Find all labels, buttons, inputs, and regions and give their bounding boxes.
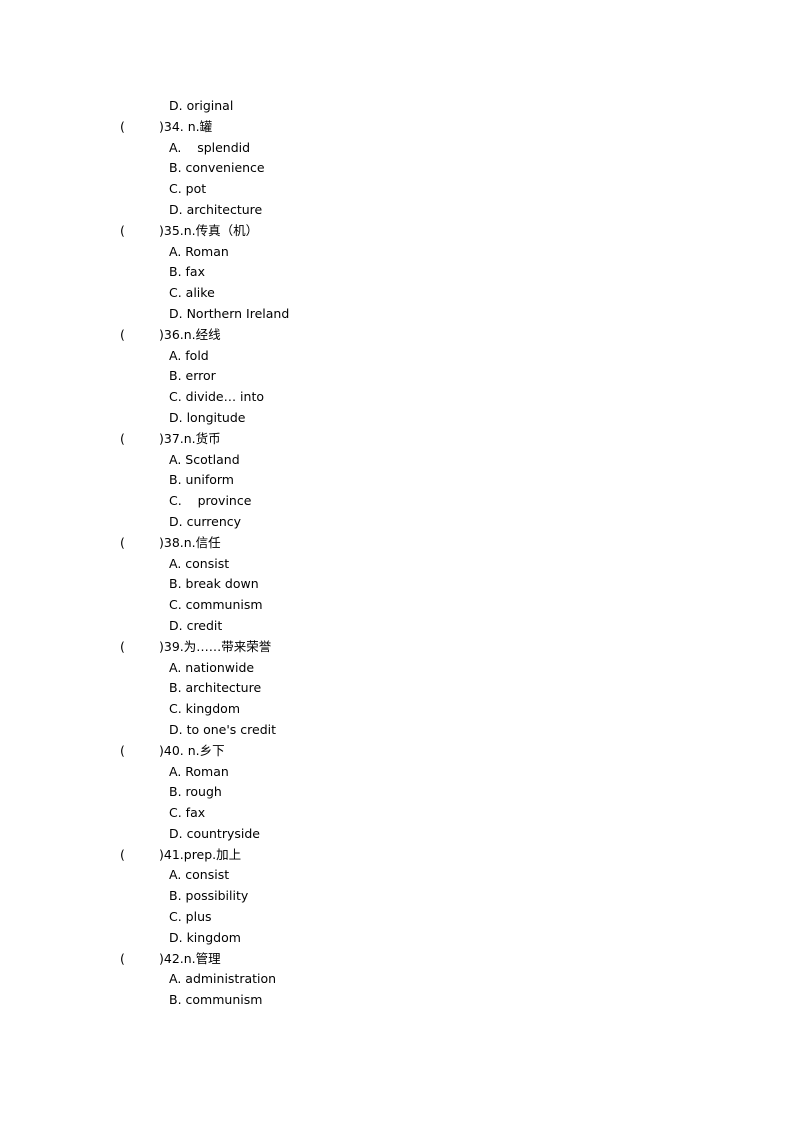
option-line: C. fax (0, 803, 794, 824)
option-text: A. splendid (169, 139, 251, 155)
option-text: B. break down (169, 576, 259, 592)
document-page: D. original ( )34. n.罐 A. splendid B. conve… (0, 96, 794, 1011)
option-text: D. currency (169, 513, 242, 529)
option-line: B. uniform (0, 470, 794, 491)
option-text: A. administration (169, 971, 277, 987)
option-text: B. rough (169, 784, 222, 800)
option-text: C. pot (169, 181, 207, 197)
option-text: A. Scotland (169, 451, 240, 467)
option-text: A. Roman (169, 243, 229, 259)
option-text: C. kingdom (169, 701, 241, 717)
option-line: B. error (0, 366, 794, 387)
option-text: B. error (169, 368, 216, 384)
answer-blank-open-paren: ( (120, 742, 125, 758)
option-line: D. longitude (0, 408, 794, 429)
option-line: A. nationwide (0, 658, 794, 679)
option-line: B. fax (0, 262, 794, 283)
option-text: A. Roman (169, 763, 229, 779)
option-text: B. possibility (169, 888, 249, 904)
option-text: C. alike (169, 285, 215, 301)
option-text: D. kingdom (169, 929, 241, 945)
option-line: D. credit (0, 616, 794, 637)
answer-blank-open-paren: ( (120, 222, 125, 238)
question-41: ( )41.prep.加上 (0, 845, 794, 866)
question-42: ( )42.n.管理 (0, 949, 794, 970)
option-text: D. architecture (169, 201, 263, 217)
option-line: D. Northern Ireland (0, 304, 794, 325)
answer-blank-open-paren: ( (120, 326, 125, 342)
option-line: A. administration (0, 969, 794, 990)
option-line: A. Scotland (0, 450, 794, 471)
answer-blank-open-paren: ( (120, 430, 125, 446)
option-text: D. countryside (169, 825, 260, 841)
option-line: A. consist (0, 554, 794, 575)
option-text: C. province (169, 493, 252, 509)
option-line: A. consist (0, 865, 794, 886)
option-line: D. currency (0, 512, 794, 533)
option-text: A. fold (169, 347, 209, 363)
option-line: C. communism (0, 595, 794, 616)
option-text: D. to one's credit (169, 721, 277, 737)
question-prompt: )38.n.信任 (159, 534, 221, 550)
option-line: C. pot (0, 179, 794, 200)
option-text: B. convenience (169, 160, 265, 176)
option-line: C. divide… into (0, 387, 794, 408)
option-line: C. alike (0, 283, 794, 304)
question-prompt: )41.prep.加上 (159, 846, 242, 862)
question-40: ( )40. n.乡下 (0, 741, 794, 762)
option-line: C. province (0, 491, 794, 512)
question-prompt: )39.为……带来荣誉 (159, 638, 272, 654)
question-list: ( )34. n.罐 A. splendid B. convenience C. pot… (0, 117, 794, 1011)
option-text: A. consist (169, 867, 230, 883)
option-line: B. convenience (0, 158, 794, 179)
option-line: A. fold (0, 346, 794, 367)
option-text: C. fax (169, 805, 206, 821)
answer-blank-open-paren: ( (120, 118, 125, 134)
answer-blank-open-paren: ( (120, 846, 125, 862)
option-text: A. nationwide (169, 659, 255, 675)
question-37: ( )37.n.货币 (0, 429, 794, 450)
option-text: D. credit (169, 617, 223, 633)
option-text: B. architecture (169, 680, 262, 696)
option-line: D. kingdom (0, 928, 794, 949)
question-prompt: )35.n.传真（机） (159, 222, 259, 238)
option-text: D. longitude (169, 409, 246, 425)
option-text: D. Northern Ireland (169, 305, 290, 321)
question-prompt: )34. n.罐 (159, 118, 213, 134)
option-line: B. break down (0, 574, 794, 595)
option-text: D. original (169, 98, 234, 113)
option-line: D. architecture (0, 200, 794, 221)
question-34: ( )34. n.罐 (0, 117, 794, 138)
option-line: B. rough (0, 782, 794, 803)
option-line: B. architecture (0, 678, 794, 699)
question-prompt: )40. n.乡下 (159, 742, 225, 758)
option-line: B. possibility (0, 886, 794, 907)
question-prompt: )42.n.管理 (159, 950, 221, 966)
option-text: C. divide… into (169, 389, 264, 405)
question-prompt: )37.n.货币 (159, 430, 221, 446)
option-line: A. Roman (0, 762, 794, 783)
question-38: ( )38.n.信任 (0, 533, 794, 554)
option-text: C. communism (169, 597, 263, 613)
question-prompt: )36.n.经线 (159, 326, 221, 342)
option-text: A. consist (169, 555, 230, 571)
answer-blank-open-paren: ( (120, 534, 125, 550)
option-line: C. plus (0, 907, 794, 928)
option-text: B. uniform (169, 472, 234, 488)
option-text: B. fax (169, 264, 205, 280)
question-36: ( )36.n.经线 (0, 325, 794, 346)
option-line: A. Roman (0, 242, 794, 263)
option-line: A. splendid (0, 138, 794, 159)
option-line: C. kingdom (0, 699, 794, 720)
option-text: B. communism (169, 992, 263, 1008)
question-35: ( )35.n.传真（机） (0, 221, 794, 242)
answer-blank-open-paren: ( (120, 950, 125, 966)
option-line: D. countryside (0, 824, 794, 845)
option-text: C. plus (169, 909, 212, 925)
option-line: B. communism (0, 990, 794, 1011)
answer-blank-open-paren: ( (120, 638, 125, 654)
option-line: D. original (0, 96, 794, 117)
option-line: D. to one's credit (0, 720, 794, 741)
question-39: ( )39.为……带来荣誉 (0, 637, 794, 658)
